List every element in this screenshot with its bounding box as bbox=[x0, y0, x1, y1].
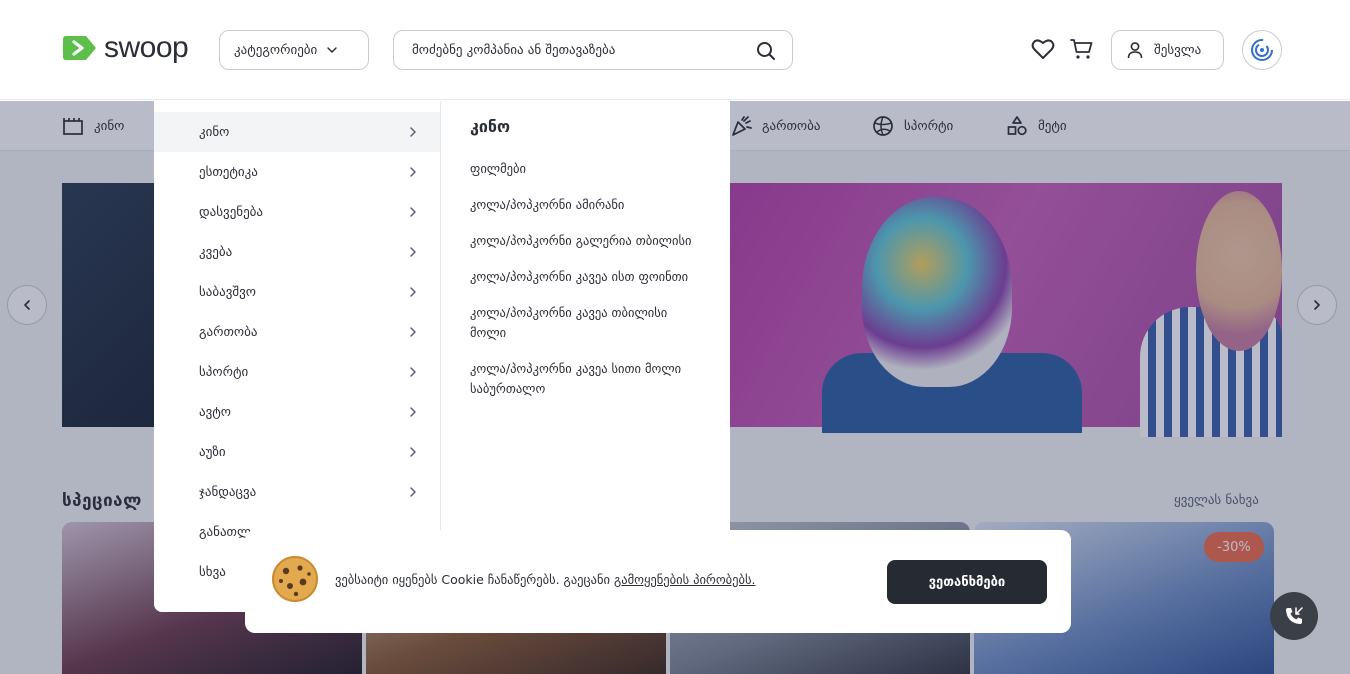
cookie-icon bbox=[272, 556, 318, 602]
target-icon bbox=[1251, 39, 1273, 61]
subcategory-link[interactable]: კოლა/პოპკორნი კავეა თბილისი მოლი bbox=[470, 303, 702, 343]
swoop-logo[interactable]: swoop bbox=[62, 31, 189, 64]
chevron-right-icon bbox=[410, 407, 416, 417]
chevron-right-icon bbox=[410, 287, 416, 297]
category-label: სხვა bbox=[199, 564, 226, 580]
subcategory-link[interactable]: კოლა/პოპკორნი კავეა ისთ ფოინთი bbox=[470, 267, 702, 287]
chevron-right-icon bbox=[410, 487, 416, 497]
chevron-down-icon bbox=[327, 47, 337, 53]
category-label: ავტო bbox=[199, 404, 231, 420]
cart-icon[interactable] bbox=[1070, 37, 1094, 61]
chevron-right-icon bbox=[410, 327, 416, 337]
category-item-cinema[interactable]: კინო bbox=[154, 112, 440, 152]
category-label: სპორტი bbox=[199, 364, 249, 380]
search-bar bbox=[393, 30, 793, 70]
categories-label: კატეგორიები bbox=[234, 42, 318, 58]
subcategory-heading: კინო bbox=[470, 117, 511, 136]
chevron-right-icon bbox=[410, 207, 416, 217]
category-label: განათლ bbox=[199, 524, 251, 540]
chevron-right-icon bbox=[410, 367, 416, 377]
swoop-logo-icon bbox=[63, 36, 96, 60]
category-label: კვება bbox=[199, 244, 233, 260]
subcategory-link[interactable]: კოლა/პოპკორნი ამირანი bbox=[470, 195, 702, 215]
category-label: კინო bbox=[199, 124, 230, 140]
category-item-leisure[interactable]: დასვენება bbox=[154, 192, 440, 232]
search-icon[interactable] bbox=[756, 41, 776, 61]
chevron-right-icon bbox=[410, 127, 416, 137]
category-item-health[interactable]: ჯანდაცვა bbox=[154, 472, 440, 512]
category-label: ესთეტიკა bbox=[199, 164, 258, 180]
phone-icon bbox=[1286, 607, 1303, 624]
user-icon bbox=[1127, 42, 1143, 59]
cookie-text: ვებსაიტი იყენებს Cookie ჩანაწერებს. გაეც… bbox=[335, 572, 614, 587]
terms-link[interactable]: გამოყენების პირობებს. bbox=[614, 572, 756, 587]
category-label: აუზი bbox=[199, 444, 226, 460]
category-item-pool[interactable]: აუზი bbox=[154, 432, 440, 472]
logo-text: swoop bbox=[104, 31, 189, 64]
login-label: შესვლა bbox=[1154, 42, 1202, 58]
category-label: გართობა bbox=[199, 324, 258, 340]
category-item-sport[interactable]: სპორტი bbox=[154, 352, 440, 392]
category-item-auto[interactable]: ავტო bbox=[154, 392, 440, 432]
chevron-right-icon bbox=[410, 167, 416, 177]
subcategory-link[interactable]: კოლა/პოპკორნი კავეა სითი მოლი საბურთალო bbox=[470, 359, 702, 399]
category-item-kids[interactable]: საბავშვო bbox=[154, 272, 440, 312]
category-item-entertainment[interactable]: გართობა bbox=[154, 312, 440, 352]
chevron-right-icon bbox=[410, 447, 416, 457]
wallet-button[interactable] bbox=[1242, 30, 1282, 70]
category-item-food[interactable]: კვება bbox=[154, 232, 440, 272]
category-label: დასვენება bbox=[199, 204, 264, 220]
category-item-aesthetics[interactable]: ესთეტიკა bbox=[154, 152, 440, 192]
search-input[interactable] bbox=[412, 42, 742, 58]
categories-button[interactable]: კატეგორიები bbox=[219, 30, 369, 70]
heart-icon[interactable] bbox=[1031, 38, 1055, 60]
login-button[interactable]: შესვლა bbox=[1111, 30, 1224, 70]
cookie-message: ვებსაიტი იყენებს Cookie ჩანაწერებს. გაეც… bbox=[335, 572, 755, 587]
agree-button[interactable]: ვეთანხმები bbox=[887, 560, 1047, 604]
category-label: ჯანდაცვა bbox=[199, 484, 257, 500]
cookie-banner: ვებსაიტი იყენებს Cookie ჩანაწერებს. გაეც… bbox=[245, 530, 1071, 633]
chevron-right-icon bbox=[410, 247, 416, 257]
subcategory-link[interactable]: კოლა/პოპკორნი გალერია თბილისი bbox=[470, 231, 702, 251]
call-button[interactable] bbox=[1270, 592, 1318, 640]
header: swoop კატეგორიები შესვლა bbox=[0, 0, 1350, 100]
subcategory-link[interactable]: ფილმები bbox=[470, 159, 702, 179]
category-label: საბავშვო bbox=[199, 284, 257, 300]
